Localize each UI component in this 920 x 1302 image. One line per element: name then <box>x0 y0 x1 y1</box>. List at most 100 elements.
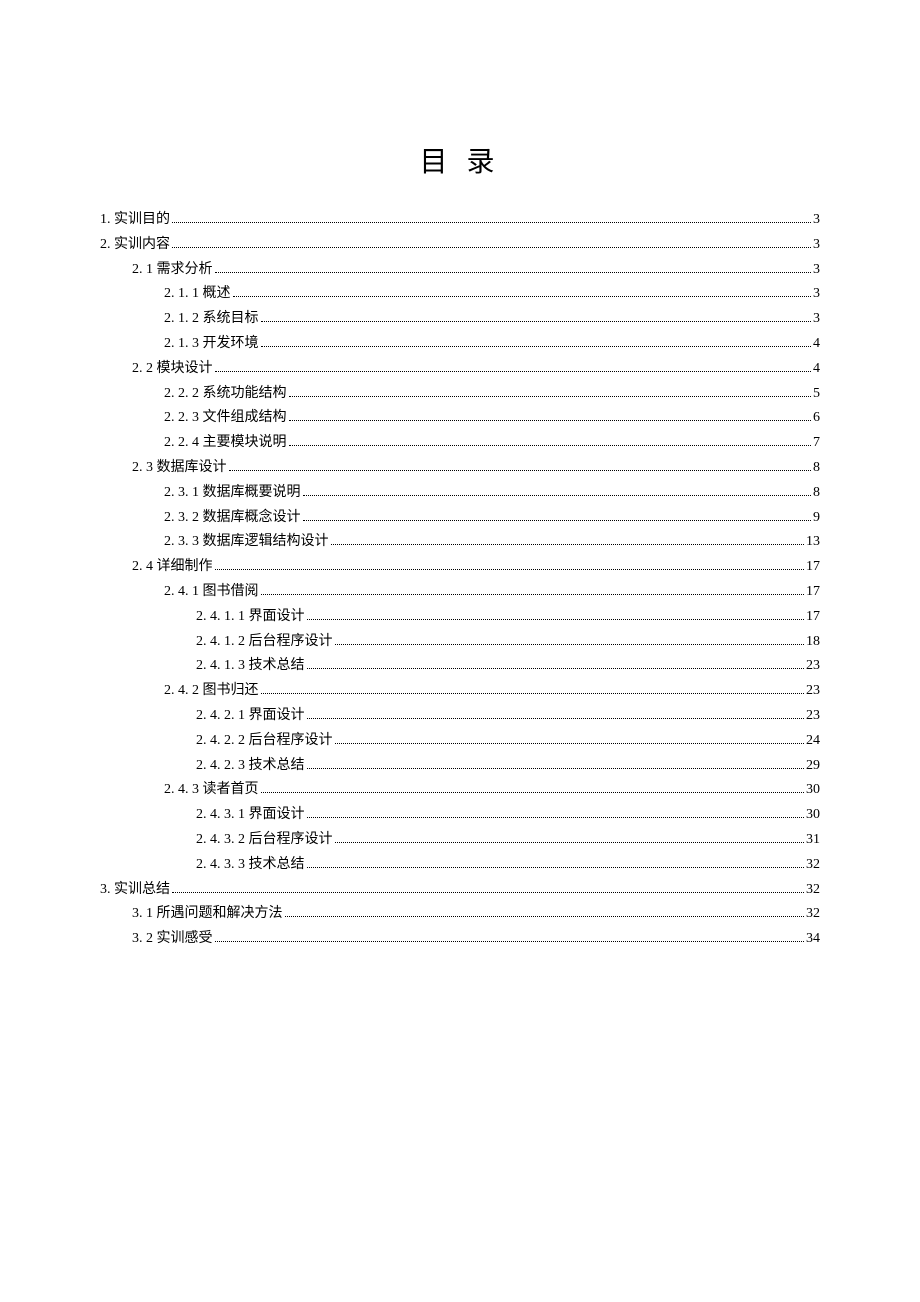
toc-entry-page: 3 <box>813 282 820 306</box>
toc-entry-label: 2. 2. 3 文件组成结构 <box>164 406 287 430</box>
toc-entry-label: 2. 3 数据库设计 <box>132 456 227 480</box>
toc-leader-dots <box>261 792 805 793</box>
toc-entry: 2. 3. 1 数据库概要说明8 <box>100 481 820 505</box>
toc-entry: 2. 4 详细制作17 <box>100 555 820 579</box>
toc-entry: 2. 3. 2 数据库概念设计 9 <box>100 506 820 530</box>
toc-entry-label: 2. 4. 1 图书借阅 <box>164 580 259 604</box>
toc-entry-label: 2. 3. 2 数据库概念设计 <box>164 506 301 530</box>
toc-entry: 2. 实训内容3 <box>100 233 820 257</box>
toc-leader-dots <box>261 693 805 694</box>
toc-leader-dots <box>303 495 812 496</box>
toc-leader-dots <box>215 371 812 372</box>
toc-entry-page: 17 <box>806 580 820 604</box>
toc-entry-label: 2. 4. 3 读者首页 <box>164 778 259 802</box>
toc-entry-page: 18 <box>806 630 820 654</box>
toc-leader-dots <box>172 247 811 248</box>
toc-leader-dots <box>307 668 805 669</box>
toc-leader-dots <box>261 346 812 347</box>
toc-entry: 3. 实训总结 32 <box>100 878 820 902</box>
toc-entry: 2. 2 模块设计 4 <box>100 357 820 381</box>
toc-entry-page: 23 <box>806 704 820 728</box>
toc-entry-label: 2. 3. 1 数据库概要说明 <box>164 481 301 505</box>
toc-entry-label: 2. 4. 2. 2 后台程序设计 <box>196 729 333 753</box>
toc-entry: 2. 1. 1 概述 3 <box>100 282 820 306</box>
toc-entry: 2. 1 需求分析3 <box>100 258 820 282</box>
toc-entry-label: 2. 2 模块设计 <box>132 357 213 381</box>
toc-entry-page: 24 <box>806 729 820 753</box>
toc-entry-page: 30 <box>806 803 820 827</box>
toc-entry-page: 3 <box>813 258 820 282</box>
toc-leader-dots <box>229 470 812 471</box>
toc-entry-page: 9 <box>813 506 820 530</box>
toc-entry: 2. 2. 2 系统功能结构 5 <box>100 382 820 406</box>
toc-entry-label: 3. 实训总结 <box>100 878 170 902</box>
toc-leader-dots <box>303 520 812 521</box>
toc-entry-label: 3. 1 所遇问题和解决方法 <box>132 902 283 926</box>
toc-entry-label: 2. 4. 3. 3 技术总结 <box>196 853 305 877</box>
toc-entry-label: 2. 4. 1. 3 技术总结 <box>196 654 305 678</box>
toc-entry-page: 8 <box>813 456 820 480</box>
toc-entry: 2. 1. 2 系统目标3 <box>100 307 820 331</box>
toc-entry: 2. 4. 1 图书借阅 17 <box>100 580 820 604</box>
toc-entry-page: 30 <box>806 778 820 802</box>
toc-entry-page: 5 <box>813 382 820 406</box>
toc-leader-dots <box>261 321 812 322</box>
table-of-contents: 1. 实训目的32. 实训内容32. 1 需求分析32. 1. 1 概述32. … <box>100 208 820 951</box>
toc-entry-page: 17 <box>806 605 820 629</box>
toc-leader-dots <box>285 916 805 917</box>
toc-leader-dots <box>289 420 812 421</box>
toc-entry-label: 2. 4. 1. 2 后台程序设计 <box>196 630 333 654</box>
toc-leader-dots <box>307 817 805 818</box>
toc-entry-label: 2. 2. 4 主要模块说明 <box>164 431 287 455</box>
toc-entry-page: 13 <box>806 530 820 554</box>
toc-entry-label: 2. 2. 2 系统功能结构 <box>164 382 287 406</box>
toc-entry: 2. 4. 3. 2 后台程序设计 31 <box>100 828 820 852</box>
toc-entry-label: 2. 实训内容 <box>100 233 170 257</box>
toc-entry-page: 32 <box>806 878 820 902</box>
toc-leader-dots <box>289 445 812 446</box>
toc-entry: 2. 1. 3 开发环境 4 <box>100 332 820 356</box>
toc-entry-label: 3. 2 实训感受 <box>132 927 213 951</box>
toc-entry-label: 2. 4. 2. 1 界面设计 <box>196 704 305 728</box>
toc-entry: 2. 4. 1. 3 技术总结23 <box>100 654 820 678</box>
toc-entry-label: 2. 1. 1 概述 <box>164 282 231 306</box>
toc-entry: 2. 4. 2. 3 技术总结 29 <box>100 754 820 778</box>
toc-entry: 2. 4. 2. 2 后台程序设计 24 <box>100 729 820 753</box>
toc-entry-page: 29 <box>806 754 820 778</box>
toc-entry: 2. 3 数据库设计 8 <box>100 456 820 480</box>
toc-leader-dots <box>307 619 805 620</box>
toc-entry: 2. 3. 3 数据库逻辑结构设计13 <box>100 530 820 554</box>
toc-leader-dots <box>307 718 805 719</box>
toc-entry-page: 3 <box>813 307 820 331</box>
toc-entry-page: 31 <box>806 828 820 852</box>
toc-entry-page: 6 <box>813 406 820 430</box>
toc-entry: 2. 4. 2 图书归还23 <box>100 679 820 703</box>
toc-leader-dots <box>307 867 805 868</box>
toc-leader-dots <box>289 396 812 397</box>
toc-leader-dots <box>335 743 805 744</box>
toc-entry-label: 2. 4. 2. 3 技术总结 <box>196 754 305 778</box>
toc-entry-page: 4 <box>813 332 820 356</box>
toc-entry: 2. 4. 1. 1 界面设计17 <box>100 605 820 629</box>
toc-entry: 2. 4. 2. 1 界面设计 23 <box>100 704 820 728</box>
toc-entry-page: 32 <box>806 902 820 926</box>
toc-leader-dots <box>172 222 811 223</box>
toc-entry-label: 2. 4. 2 图书归还 <box>164 679 259 703</box>
toc-leader-dots <box>335 842 805 843</box>
toc-leader-dots <box>233 296 812 297</box>
toc-entry: 2. 4. 1. 2 后台程序设计 18 <box>100 630 820 654</box>
toc-entry-page: 34 <box>806 927 820 951</box>
toc-entry-page: 4 <box>813 357 820 381</box>
toc-entry-label: 2. 1. 3 开发环境 <box>164 332 259 356</box>
toc-leader-dots <box>335 644 805 645</box>
toc-entry: 3. 1 所遇问题和解决方法 32 <box>100 902 820 926</box>
toc-leader-dots <box>331 544 805 545</box>
toc-entry-page: 7 <box>813 431 820 455</box>
toc-leader-dots <box>261 594 805 595</box>
toc-entry-page: 3 <box>813 208 820 232</box>
toc-leader-dots <box>172 892 804 893</box>
toc-entry: 2. 2. 4 主要模块说明 7 <box>100 431 820 455</box>
toc-leader-dots <box>307 768 805 769</box>
toc-entry-label: 2. 4. 3. 2 后台程序设计 <box>196 828 333 852</box>
toc-entry: 2. 2. 3 文件组成结构 6 <box>100 406 820 430</box>
